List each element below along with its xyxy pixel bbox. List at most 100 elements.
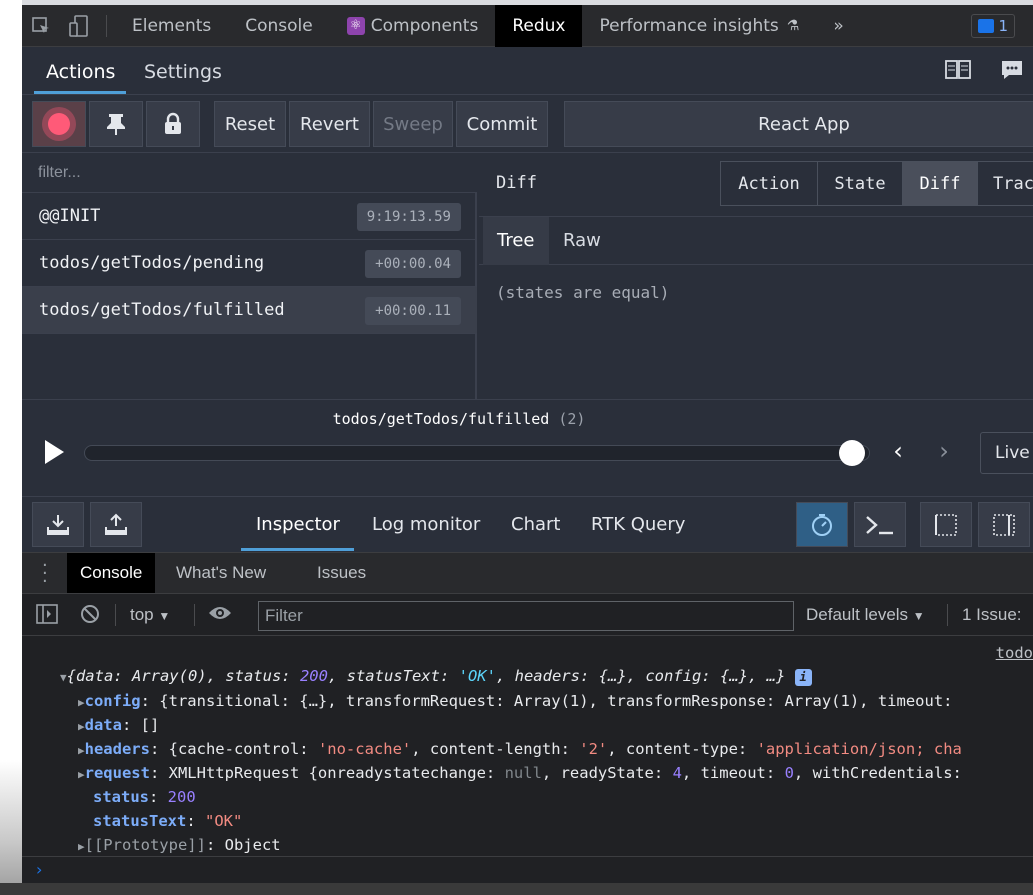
pin-icon [107,114,125,135]
lock-icon [165,112,181,134]
console-filter-input[interactable] [258,601,794,631]
action-item-init[interactable]: @@INIT 9:19:13.59 [22,193,477,240]
commit-button[interactable]: Commit [456,101,548,147]
property-request[interactable]: ▶request: XMLHttpRequest {onreadystatech… [78,761,971,785]
inspect-element-icon[interactable] [22,5,60,47]
revert-button[interactable]: Revert [289,101,370,147]
drawer-tab-console[interactable]: Console [67,553,156,593]
tab-components[interactable]: ⚛ Components [330,5,496,47]
tab-console[interactable]: Console [228,5,330,47]
monitor-tab-log-monitor[interactable]: Log monitor [372,497,480,552]
tab-settings[interactable]: Settings [144,47,222,95]
flask-icon: ⚗ [786,17,800,34]
device-toolbar-icon[interactable] [60,5,98,47]
play-icon [45,440,64,464]
record-button[interactable] [32,101,86,147]
more-tabs-button[interactable]: » [816,5,860,47]
play-button[interactable] [42,438,72,468]
console-toolbar: top ▼ Default levels ▼ 1 Issue: [22,594,1033,636]
tab-redux-label: Redux [512,15,566,36]
log-levels-label: Default levels [806,605,909,624]
layout-toggle-button[interactable] [978,502,1030,547]
response-object-summary[interactable]: ▼{data: Array(0), status: 200, statusTex… [60,664,812,688]
monitor-tab-inspector[interactable]: Inspector [256,497,340,552]
drawer-tab-bar: · · · Console What's New Issues [22,552,1033,594]
export-button[interactable] [90,502,142,547]
monitor-tab-chart[interactable]: Chart [511,497,560,552]
monitor-tab-rtk-query[interactable]: RTK Query [591,497,685,552]
action-name: todos/getTodos/fulfilled [39,300,285,320]
timer-button[interactable] [796,502,848,547]
slider-monitor: todos/getTodos/fulfilled (2) ‹ › Live [22,399,1033,497]
tab-performance-insights[interactable]: Performance insights ⚗ [582,5,816,47]
sub-tab-raw[interactable]: Raw [549,217,615,265]
terminal-icon [866,515,893,534]
action-item-pending[interactable]: todos/getTodos/pending +00:00.04 [22,240,477,287]
collapsed-arrow-icon: ▶ [78,720,85,733]
tab-elements-label: Elements [132,15,212,36]
window-bottom-frame [0,883,1033,895]
current-action-label: todos/getTodos/fulfilled [332,410,550,428]
slider-label: todos/getTodos/fulfilled (2) [22,410,896,428]
devtools-tab-bar: Elements Console ⚛ Components Redux Perfo… [22,5,1033,47]
property-data[interactable]: ▶data: [] [78,713,159,737]
view-tab-trace[interactable]: Trac [977,161,1033,206]
react-icon: ⚛ [346,16,365,35]
action-time-badge: +00:00.04 [365,250,461,278]
collapsed-arrow-icon: ▶ [78,768,85,781]
redux-toolbar: Reset Revert Sweep Commit React App [22,95,1033,153]
previous-action-icon[interactable]: ‹ [884,436,912,466]
clear-console-icon[interactable] [79,604,101,626]
slider-toggle-button[interactable] [920,502,972,547]
collapsed-arrow-icon: ▶ [78,840,85,853]
dispatcher-button[interactable] [854,502,906,547]
pin-button[interactable] [89,101,143,147]
property-config[interactable]: ▶config: {transitional: {…}, transformRe… [78,689,962,713]
view-tab-state[interactable]: State [817,161,903,206]
book-icon[interactable] [944,59,972,83]
active-monitor-indicator [241,548,354,551]
drawer-tab-issues[interactable]: Issues [304,553,379,593]
tab-redux[interactable]: Redux [495,5,583,47]
tab-elements[interactable]: Elements [115,5,228,47]
stopwatch-icon [812,513,832,536]
redux-devtools-panel: Actions Settings Reset Revert Sweep Comm… [22,47,1033,552]
sidebar-toggle-icon[interactable] [36,604,58,626]
console-output: todo ▼{data: Array(0), status: 200, stat… [22,636,1033,856]
chevron-down-icon: ▼ [158,609,171,623]
instance-select[interactable]: React App [564,101,1033,147]
import-button[interactable] [32,502,84,547]
context-select[interactable]: top ▼ [130,594,170,636]
lock-button[interactable] [146,101,200,147]
redux-top-tabs: Actions Settings [22,47,1033,95]
action-item-fulfilled[interactable]: todos/getTodos/fulfilled +00:00.11 [22,287,477,334]
action-filter-input[interactable] [22,153,477,193]
source-link[interactable]: todo [996,644,1033,662]
issues-link[interactable]: 1 Issue: [962,594,1022,636]
console-prompt[interactable]: › [22,856,1033,883]
info-icon: i [794,669,812,686]
slider-thumb[interactable] [839,440,865,466]
view-tab-diff[interactable]: Diff [902,161,978,206]
drawer-menu-icon[interactable]: · · · [42,557,48,591]
live-button[interactable]: Live [980,432,1033,474]
view-tab-action[interactable]: Action [720,161,818,206]
issues-counter-button[interactable]: 1 [971,14,1015,38]
eye-icon[interactable] [208,604,231,626]
toolbar-separator [115,604,116,626]
tab-actions[interactable]: Actions [46,47,115,95]
property-prototype[interactable]: ▶[[Prototype]]: Object [78,833,281,857]
feedback-icon[interactable] [998,59,1026,83]
sub-tab-tree[interactable]: Tree [483,217,549,265]
tab-separator [106,14,107,37]
diff-message: (states are equal) [496,283,670,302]
sweep-button[interactable]: Sweep [373,101,453,147]
log-levels-select[interactable]: Default levels ▼ [806,594,925,636]
drawer-tab-whats-new[interactable]: What's New [163,553,279,593]
slider-track[interactable] [84,445,870,461]
action-time-badge: +00:00.11 [365,297,461,325]
property-status: status: 200 [93,788,196,806]
property-headers[interactable]: ▶headers: {cache-control: 'no-cache', co… [78,737,962,761]
next-action-icon[interactable]: › [930,436,958,466]
reset-button[interactable]: Reset [214,101,286,147]
